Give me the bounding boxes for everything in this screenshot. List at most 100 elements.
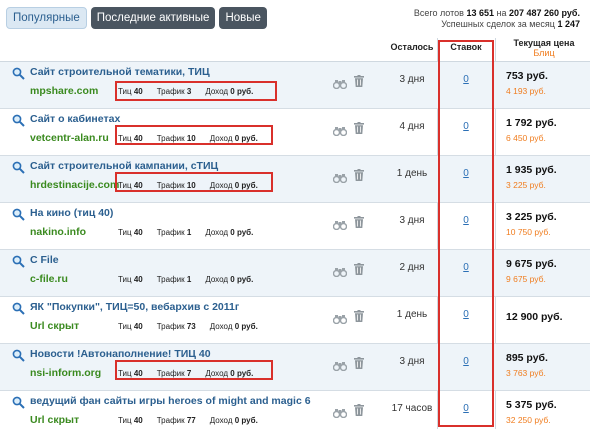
trash-icon[interactable]	[354, 403, 364, 416]
metric-income: Доход 0 руб.	[205, 275, 254, 284]
lot-title-link[interactable]: ведущий фан сайты игры heroes of might a…	[30, 395, 311, 407]
blitz-price: 4 193 руб.	[506, 86, 546, 96]
lot-domain: nsi-inform.org	[30, 367, 102, 379]
lot-metrics: Тиц 40 Трафик 1 Доход 0 руб.	[118, 275, 267, 284]
trash-icon[interactable]	[354, 262, 364, 275]
trash-icon[interactable]	[354, 309, 364, 322]
current-price: 753 руб.	[506, 70, 548, 82]
binoculars-icon[interactable]	[332, 405, 348, 419]
table-row: Сайт о кабинетах vetcentr-alan.ru Тиц 40 Тр…	[0, 109, 590, 156]
binoculars-icon[interactable]	[332, 264, 348, 278]
blitz-price: 3 763 руб.	[506, 368, 546, 378]
metric-traffic: Трафик 73	[156, 322, 196, 331]
stats-line-lots: Всего лотов 13 651 на 207 487 260 руб.	[413, 8, 580, 18]
blitz-price: 6 450 руб.	[506, 133, 546, 143]
lot-domain: c-file.ru	[30, 273, 68, 285]
time-left: 2 дня	[399, 262, 425, 273]
metric-tic: Тиц 40	[118, 228, 143, 237]
lot-domain: hrdestinacije.com	[30, 179, 120, 191]
blitz-price: 9 675 руб.	[506, 274, 546, 284]
magnifier-icon[interactable]	[12, 349, 25, 362]
trash-icon[interactable]	[354, 168, 364, 181]
lot-domain: Url скрыт	[30, 320, 80, 332]
binoculars-icon[interactable]	[332, 358, 348, 372]
magnifier-icon[interactable]	[12, 161, 25, 174]
lot-domain: nakino.info	[30, 226, 86, 238]
magnifier-icon[interactable]	[12, 208, 25, 221]
lot-domain: mpshare.com	[30, 85, 99, 97]
time-left: 3 дня	[399, 215, 425, 226]
magnifier-icon[interactable]	[12, 67, 25, 80]
trash-icon[interactable]	[354, 356, 364, 369]
lot-title-link[interactable]: Сайт строительной кампании, сТИЦ	[30, 160, 218, 172]
time-left: 3 дня	[399, 74, 425, 85]
magnifier-icon[interactable]	[12, 396, 25, 409]
lot-title-link[interactable]: Сайт о кабинетах	[30, 113, 120, 125]
current-price: 3 225 руб.	[506, 211, 557, 223]
time-left: 1 день	[396, 168, 428, 179]
lot-metrics: Тиц 40 Трафик 1 Доход 0 руб.	[118, 228, 267, 237]
metric-tic: Тиц 40	[118, 275, 143, 284]
lot-title-link[interactable]: ЯК "Покупки", ТИЦ=50, вебархив с 2011г	[30, 301, 239, 313]
lot-domain: Url скрыт	[30, 414, 80, 426]
current-price: 1 935 руб.	[506, 164, 557, 176]
binoculars-icon[interactable]	[332, 217, 348, 231]
lot-metrics: Тиц 40 Трафик 73 Доход 0 руб.	[118, 322, 272, 331]
highlight-box	[115, 172, 273, 192]
highlight-box	[115, 125, 273, 145]
binoculars-icon[interactable]	[332, 311, 348, 325]
magnifier-icon[interactable]	[12, 114, 25, 127]
tab-new[interactable]: Новые	[219, 7, 267, 29]
time-left: 4 дня	[399, 121, 425, 132]
metric-tic: Тиц 40	[118, 416, 143, 425]
blitz-price: 32 250 руб.	[506, 415, 551, 425]
site-stats: Всего лотов 13 651 на 207 487 260 руб. У…	[414, 8, 580, 30]
table-row: На кино (тиц 40) nakino.info Тиц 40 Трафик …	[0, 203, 590, 250]
metric-traffic: Трафик 1	[156, 275, 192, 284]
metric-income: Доход 0 руб.	[205, 228, 254, 237]
binoculars-icon[interactable]	[332, 123, 348, 137]
metric-traffic: Трафик 1	[156, 228, 192, 237]
table-row: Сайт строительной тематики, ТИЦ mpshare.c…	[0, 62, 590, 109]
highlight-box-bids-column	[438, 40, 494, 427]
blitz-price: 10 750 руб.	[506, 227, 551, 237]
current-price: 12 900 руб.	[506, 311, 563, 323]
lot-domain: vetcentr-alan.ru	[30, 132, 109, 144]
current-price: 5 375 руб.	[506, 399, 557, 411]
top-bar: Популярные Последние активные Новые Всег…	[0, 0, 590, 38]
metric-traffic: Трафик 77	[156, 416, 196, 425]
current-price: 9 675 руб.	[506, 258, 557, 270]
tab-popular[interactable]: Популярные	[6, 7, 87, 29]
lot-title-link[interactable]: Сайт строительной тематики, ТИЦ	[30, 66, 210, 78]
magnifier-icon[interactable]	[12, 302, 25, 315]
column-header-left[interactable]: Осталось	[388, 42, 436, 52]
current-price: 895 руб.	[506, 352, 548, 364]
trash-icon[interactable]	[354, 74, 364, 87]
time-left: 1 день	[396, 309, 428, 320]
column-header-price[interactable]: Текущая цена Блиц	[502, 38, 586, 58]
lot-title-link[interactable]: C File	[30, 254, 59, 266]
tab-recent-active[interactable]: Последние активные	[90, 7, 216, 29]
binoculars-icon[interactable]	[332, 170, 348, 184]
stats-line-deals: Успешных сделок за месяц 1 247	[441, 19, 580, 29]
lot-title-link[interactable]: На кино (тиц 40)	[30, 207, 113, 219]
metric-income: Доход 0 руб.	[209, 416, 258, 425]
current-price: 1 792 руб.	[506, 117, 557, 129]
trash-icon[interactable]	[354, 121, 364, 134]
blitz-price: 3 225 руб.	[506, 180, 546, 190]
binoculars-icon[interactable]	[332, 76, 348, 90]
time-left: 17 часов	[391, 403, 433, 414]
lot-metrics: Тиц 40 Трафик 77 Доход 0 руб.	[118, 416, 272, 425]
lot-title-link[interactable]: Новости !Автонаполнение! ТИЦ 40	[30, 348, 211, 360]
table-row: Новости !Автонаполнение! ТИЦ 40 nsi-infor…	[0, 344, 590, 391]
metric-tic: Тиц 40	[118, 322, 143, 331]
table-row: ведущий фан сайты игры heroes of might a…	[0, 391, 590, 429]
time-left: 3 дня	[399, 356, 425, 367]
tab-bar: Популярные Последние активные Новые	[6, 7, 267, 29]
highlight-box	[115, 81, 277, 101]
magnifier-icon[interactable]	[12, 255, 25, 268]
trash-icon[interactable]	[354, 215, 364, 228]
metric-income: Доход 0 руб.	[209, 322, 258, 331]
table-row: C File c-file.ru Тиц 40 Трафик 1 Доход 0 руб…	[0, 250, 590, 297]
table-row: ЯК "Покупки", ТИЦ=50, вебархив с 2011г Ur…	[0, 297, 590, 344]
